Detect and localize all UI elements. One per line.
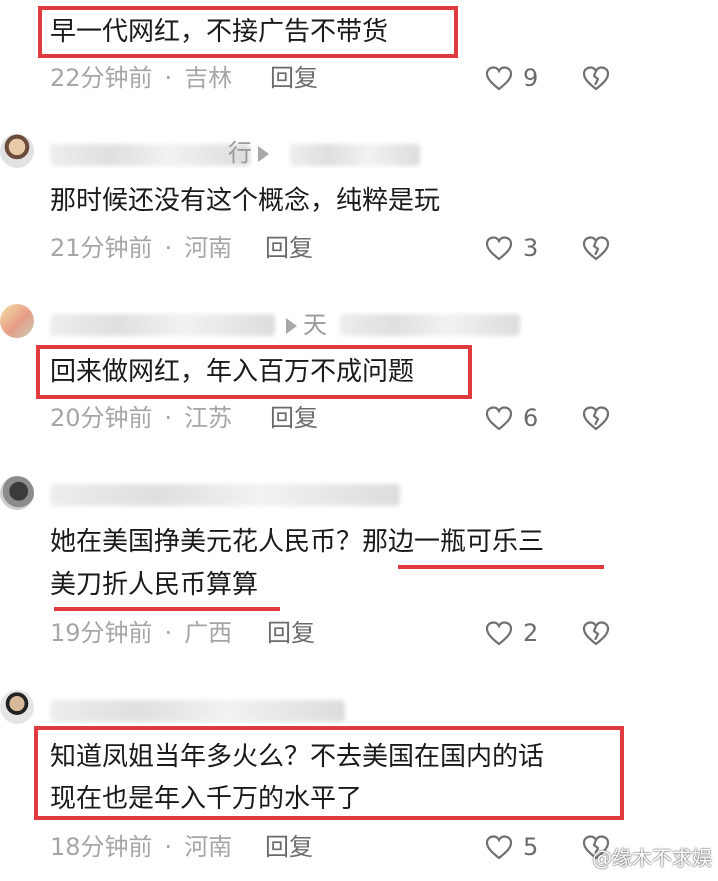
comment-text-line-1: 知道凤姐当年多火么？不去美国在国内的话 <box>50 742 545 772</box>
comment-meta: 19分钟前 · 广西 <box>50 619 233 647</box>
reply-to-blurred[interactable] <box>290 144 420 166</box>
comment-meta: 18分钟前 · 河南 <box>50 833 233 861</box>
reply-button[interactable]: 回复 <box>270 63 318 93</box>
watermark: @缘木不求娱 <box>592 846 712 870</box>
avatar[interactable] <box>0 690 34 724</box>
dislike-button[interactable] <box>582 620 610 646</box>
comment-text: 那时候还没有这个概念，纯粹是玩 <box>50 186 441 216</box>
comment-time: 21分钟前 <box>50 234 153 262</box>
like-count: 5 <box>523 833 539 861</box>
heart-outline-icon <box>485 65 513 91</box>
comment-location: 广西 <box>184 619 233 647</box>
avatar[interactable] <box>0 304 34 338</box>
broken-heart-icon <box>582 235 610 261</box>
like-count: 2 <box>523 619 539 647</box>
comment-meta: 22分钟前 · 吉林 <box>50 64 233 92</box>
username-blurred[interactable] <box>50 484 400 506</box>
comment-text: 回来做网红，年入百万不成问题 <box>50 357 415 387</box>
like-button[interactable]: 5 <box>485 832 538 862</box>
heart-outline-icon <box>485 405 513 431</box>
avatar[interactable] <box>0 476 34 510</box>
dislike-button[interactable] <box>582 235 610 261</box>
reply-to-blurred[interactable] <box>340 314 520 336</box>
reply-button[interactable]: 回复 <box>265 233 313 263</box>
like-button[interactable]: 3 <box>485 233 538 263</box>
reply-button[interactable]: 回复 <box>267 618 315 648</box>
broken-heart-icon <box>582 65 610 91</box>
broken-heart-icon <box>582 405 610 431</box>
username-blurred[interactable] <box>50 314 275 336</box>
comment-meta: 21分钟前 · 河南 <box>50 234 233 262</box>
reply-button[interactable]: 回复 <box>270 403 318 433</box>
like-button[interactable]: 2 <box>485 618 538 648</box>
heart-outline-icon <box>485 620 513 646</box>
comment-location: 河南 <box>184 833 233 861</box>
username-suffix: 天 <box>280 310 327 340</box>
dislike-button[interactable] <box>582 65 610 91</box>
comment-text-line-2: 美刀折人民币算算 <box>50 570 259 600</box>
avatar[interactable] <box>0 134 34 168</box>
highlight-underline <box>54 607 280 611</box>
like-count: 6 <box>523 404 539 432</box>
play-arrow-icon <box>258 146 269 162</box>
play-arrow-icon <box>286 318 297 334</box>
comment-location: 河南 <box>184 234 233 262</box>
comment-time: 19分钟前 <box>50 619 153 647</box>
comment-time: 22分钟前 <box>50 64 153 92</box>
heart-outline-icon <box>485 235 513 261</box>
like-button[interactable]: 9 <box>485 63 538 93</box>
comment-meta: 20分钟前 · 江苏 <box>50 404 233 432</box>
heart-outline-icon <box>485 834 513 860</box>
comment-location: 吉林 <box>184 64 233 92</box>
reply-button[interactable]: 回复 <box>265 832 313 862</box>
highlight-underline <box>398 565 604 569</box>
comment-text: 早一代网红，不接广告不带货 <box>50 17 389 47</box>
like-button[interactable]: 6 <box>485 403 538 433</box>
comment-text-line-1: 她在美国挣美元花人民币？那边一瓶可乐三 <box>50 527 545 557</box>
username-suffix: 行 <box>228 138 275 168</box>
like-count: 3 <box>523 234 539 262</box>
like-count: 9 <box>523 64 539 92</box>
username-blurred[interactable] <box>50 144 250 166</box>
comment-time: 18分钟前 <box>50 833 153 861</box>
comment-text-line-2: 现在也是年入千万的水平了 <box>50 784 363 814</box>
comment-time: 20分钟前 <box>50 404 153 432</box>
comment-location: 江苏 <box>184 404 233 432</box>
dislike-button[interactable] <box>582 405 610 431</box>
username-blurred[interactable] <box>50 700 345 722</box>
broken-heart-icon <box>582 620 610 646</box>
